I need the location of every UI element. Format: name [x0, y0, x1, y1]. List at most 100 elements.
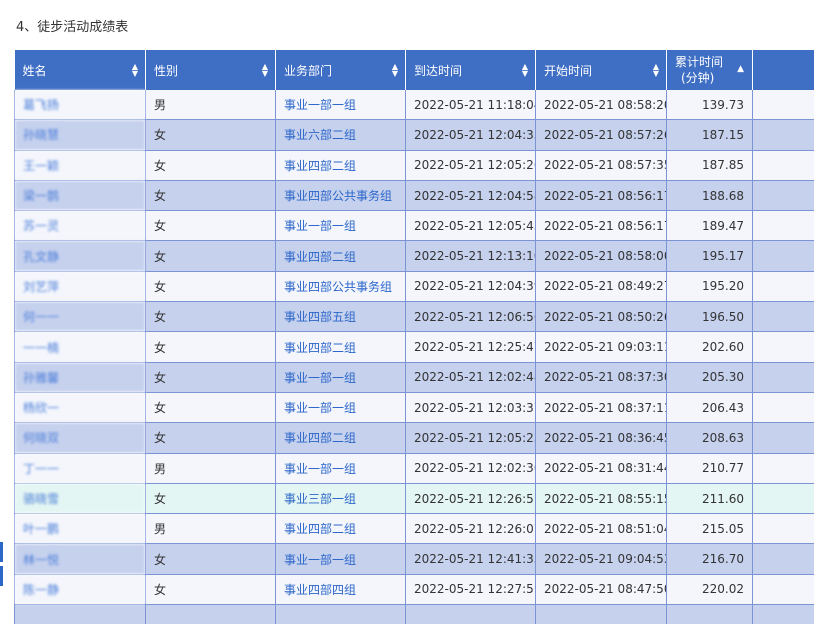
cell-dept[interactable]: 事业四部二组	[275, 331, 406, 363]
sort-both-icon[interactable]: ▲ ▼	[653, 63, 659, 78]
sort-both-icon[interactable]: ▲ ▼	[522, 63, 528, 78]
table-row[interactable]: 刘艺萍女事业四部公共事务组 2022-05-21 12:04:39 2022-05-…	[14, 271, 814, 303]
cell-name[interactable]: 何晓双	[14, 422, 146, 454]
cell-start-time: 2022-05-21 08:51:04	[535, 513, 667, 545]
cell-dept[interactable]: 事业一部一组	[275, 90, 406, 121]
page-title: 4、徒步活动成绩表	[16, 20, 129, 35]
cell-arrive-time: 2022-05-21 12:02:30	[405, 453, 536, 484]
cell-dept[interactable]: 事业四部四组	[275, 574, 406, 606]
table-row[interactable]: 丁一一男事业一部一组 2022-05-21 12:02:30 2022-05-21 …	[14, 453, 814, 484]
cell-dept[interactable]: 事业四部公共事务组	[275, 180, 406, 212]
header-gender[interactable]: 性别 ▲ ▼	[145, 50, 276, 90]
header-gender-label: 性别	[154, 63, 179, 78]
cell-arrive-time: 2022-05-21 12:02:48	[405, 362, 536, 393]
cell-name[interactable]: 刘艺萍	[14, 271, 146, 303]
table-row[interactable]: 林一悦女事业一部一组 2022-05-21 12:41:35 2022-05-21 …	[14, 543, 814, 575]
cell-name[interactable]: 葛飞扬	[14, 90, 146, 121]
sort-both-icon[interactable]: ▲ ▼	[262, 63, 268, 78]
cell-arrive-time: 2022-05-21 12:13:10	[405, 240, 536, 272]
cell-dept[interactable]: 事业四部二组	[275, 150, 406, 181]
cell-dept[interactable]: 事业一部一组	[275, 362, 406, 393]
cell-extra	[752, 513, 814, 545]
cell-dept[interactable]: 事业一部一组	[275, 543, 406, 575]
cell-dept[interactable]: 事业一部一组	[275, 210, 406, 242]
cell-name[interactable]: 王一颖	[14, 150, 146, 181]
cell-name[interactable]: 苏一灵	[14, 210, 146, 242]
scroll-indicator[interactable]	[0, 542, 3, 562]
table-row[interactable]: 孙晓慧女事业六部二组 2022-05-21 12:04:35 2022-05-21 …	[14, 119, 814, 151]
table-row[interactable]: 骆晓雪女事业三部一组 2022-05-21 12:26:51 2022-05-21 …	[14, 483, 814, 515]
table-row[interactable]: 一一楠女事业四部二组 2022-05-21 12:25:47 2022-05-21 …	[14, 331, 814, 363]
cell-start-time: 2022-05-21 09:04:53	[535, 543, 667, 575]
cell-total-minutes: 195.20	[666, 271, 753, 303]
scroll-indicator[interactable]	[0, 566, 3, 586]
header-dept[interactable]: 业务部门 ▲ ▼	[275, 50, 406, 90]
header-extra	[752, 50, 814, 90]
cell-name[interactable]: 何一一	[14, 301, 146, 333]
cell-arrive-time: 2022-05-21 12:05:45	[405, 210, 536, 242]
cell-name[interactable]: 林一悦	[14, 543, 146, 575]
cell-name[interactable]: 陈一静	[14, 574, 146, 606]
table-row[interactable]: 苏一灵女事业一部一组 2022-05-21 12:05:45 2022-05-21 …	[14, 210, 814, 242]
cell-arrive-time: 2022-05-21 12:04:39	[405, 271, 536, 303]
cell-start-time: 2022-05-21 08:55:15	[535, 483, 667, 515]
cell-dept[interactable]: 事业四部二组	[275, 513, 406, 545]
cell-name[interactable]: 梁一鹊	[14, 180, 146, 212]
cell-total-minutes: 206.43	[666, 392, 753, 424]
cell-dept[interactable]: 事业四部五组	[275, 301, 406, 333]
cell-total-minutes: 211.60	[666, 483, 753, 515]
cell-gender: 女	[145, 240, 276, 272]
header-arrive-label: 到达时间	[414, 63, 463, 78]
table-row[interactable]: 葛飞扬男事业一部一组 2022-05-21 11:18:04 2022-05-21 …	[14, 90, 814, 121]
cell-extra	[752, 301, 814, 333]
cell-start-time: 2022-05-21 08:57:35	[535, 150, 667, 181]
cell-name[interactable]: 骆晓雪	[14, 483, 146, 515]
cell-name[interactable]: 孔文静	[14, 240, 146, 272]
cell-dept[interactable]: 事业一部一组	[275, 453, 406, 484]
cell-total-minutes: 188.68	[666, 180, 753, 212]
cell-total-minutes: 195.17	[666, 240, 753, 272]
table-row-partial	[14, 604, 814, 624]
results-table-container[interactable]: 姓名 ▲▼ 性别 ▲▼ 业务部门 ▲▼ 到达时间 ▲▼ 开始时间 ▲▼	[14, 50, 814, 624]
table-row[interactable]: 何晓双女事业四部二组 2022-05-21 12:05:23 2022-05-21 …	[14, 422, 814, 454]
table-row[interactable]: 叶一鹏男事业四部二组 2022-05-21 12:26:07 2022-05-21 …	[14, 513, 814, 545]
cell-name[interactable]: 杨欣一	[14, 392, 146, 424]
sort-up-icon[interactable]: ▲	[737, 64, 744, 74]
cell-dept[interactable]: 事业四部公共事务组	[275, 271, 406, 303]
cell-extra	[752, 119, 814, 151]
cell-arrive-time: 2022-05-21 12:05:23	[405, 422, 536, 454]
table-row[interactable]: 陈一静女事业四部四组 2022-05-21 12:27:51 2022-05-21 …	[14, 574, 814, 606]
table-row[interactable]: 孔文静女事业四部二组 2022-05-21 12:13:10 2022-05-21 …	[14, 240, 814, 272]
cell-dept[interactable]: 事业四部二组	[275, 422, 406, 454]
table-row[interactable]: 孙雅馨女事业一部一组 2022-05-21 12:02:48 2022-05-21 …	[14, 362, 814, 393]
cell-total-minutes: 187.85	[666, 150, 753, 181]
cell-start-time: 2022-05-21 08:49:27	[535, 271, 667, 303]
cell-gender: 女	[145, 150, 276, 181]
sort-both-icon[interactable]: ▲ ▼	[132, 63, 138, 78]
cell-name[interactable]: 叶一鹏	[14, 513, 146, 545]
cell-name[interactable]: 孙晓慧	[14, 119, 146, 151]
table-row[interactable]: 梁一鹊女事业四部公共事务组 2022-05-21 12:04:58 2022-05-…	[14, 180, 814, 212]
cell-dept[interactable]: 事业一部一组	[275, 392, 406, 424]
cell-name[interactable]: 孙雅馨	[14, 362, 146, 393]
table-row[interactable]: 王一颖女事业四部二组 2022-05-21 12:05:26 2022-05-21 …	[14, 150, 814, 181]
header-start[interactable]: 开始时间 ▲ ▼	[535, 50, 667, 90]
cell-dept[interactable]: 事业六部二组	[275, 119, 406, 151]
cell-arrive-time: 2022-05-21 12:03:37	[405, 392, 536, 424]
cell-name[interactable]: 一一楠	[14, 331, 146, 363]
cell-start-time: 2022-05-21 08:37:11	[535, 392, 667, 424]
cell-empty	[14, 604, 146, 624]
cell-name[interactable]: 丁一一	[14, 453, 146, 484]
table-row[interactable]: 杨欣一女事业一部一组 2022-05-21 12:03:37 2022-05-21 …	[14, 392, 814, 424]
cell-dept[interactable]: 事业四部二组	[275, 240, 406, 272]
header-total[interactable]: 累计时间 (分钟) ▲	[666, 50, 753, 90]
cell-arrive-time: 2022-05-21 12:26:07	[405, 513, 536, 545]
sort-both-icon[interactable]: ▲ ▼	[392, 63, 398, 78]
header-arrive[interactable]: 到达时间 ▲ ▼	[405, 50, 536, 90]
header-name[interactable]: 姓名 ▲ ▼	[14, 50, 146, 90]
table-row[interactable]: 何一一女事业四部五组 2022-05-21 12:06:56 2022-05-21 …	[14, 301, 814, 333]
cell-dept[interactable]: 事业三部一组	[275, 483, 406, 515]
cell-total-minutes: 139.73	[666, 90, 753, 121]
cell-extra	[752, 210, 814, 242]
cell-start-time: 2022-05-21 08:37:30	[535, 362, 667, 393]
